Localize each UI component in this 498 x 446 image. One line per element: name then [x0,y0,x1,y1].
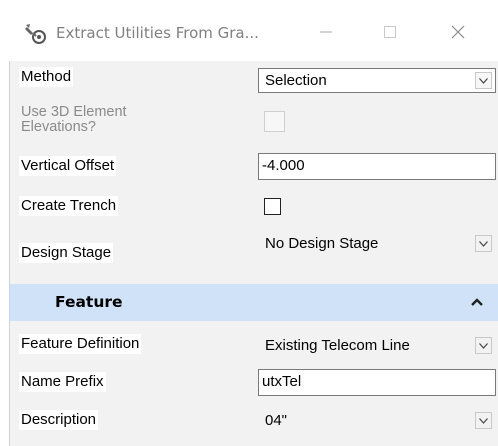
maximize-button[interactable] [368,16,412,48]
method-label: Method [19,67,74,87]
description-dropdown[interactable]: 04" [258,408,496,433]
design-stage-label: Design Stage [19,243,114,263]
method-value: Selection [265,72,327,89]
vertical-offset-input[interactable] [262,157,487,174]
use-3d-elevations-label-line2: Elevations? [21,119,96,135]
design-stage-value: No Design Stage [265,235,379,252]
feature-definition-value: Existing Telecom Line [265,337,410,354]
create-trench-checkbox[interactable] [264,198,281,215]
feature-section-header[interactable]: Feature [10,284,498,321]
description-value: 04" [265,412,288,429]
chevron-up-icon[interactable] [470,296,484,308]
design-stage-dropdown[interactable]: No Design Stage [258,231,496,256]
create-trench-label: Create Trench [19,196,119,216]
feature-definition-dropdown[interactable]: Existing Telecom Line [258,333,496,358]
maximize-icon [384,26,396,38]
feature-section-title: Feature [55,293,123,311]
chevron-down-icon[interactable] [475,412,492,429]
vertical-offset-field[interactable] [258,153,496,180]
close-icon [451,25,465,39]
chevron-down-icon[interactable] [475,337,492,354]
properties-panel: Method Selection Use 3D Element Elevatio… [9,61,498,446]
chevron-down-icon[interactable] [475,235,492,252]
vertical-offset-label: Vertical Offset [19,156,117,176]
chevron-down-icon[interactable] [475,72,492,89]
name-prefix-label: Name Prefix [19,372,106,392]
close-button[interactable] [436,16,480,48]
window-title: Extract Utilities From Gra... [56,24,259,42]
name-prefix-field[interactable] [258,369,496,396]
title-bar: Extract Utilities From Gra... [0,0,498,62]
description-label: Description [19,410,99,430]
use-3d-elevations-checkbox [264,111,285,132]
minimize-icon [320,31,332,33]
method-dropdown[interactable]: Selection [258,68,496,93]
minimize-button[interactable] [304,16,348,48]
name-prefix-input[interactable] [262,373,487,390]
feature-definition-label: Feature Definition [19,334,142,354]
wrench-gear-icon [25,24,46,44]
use-3d-elevations-label-line1: Use 3D Element [21,104,127,120]
